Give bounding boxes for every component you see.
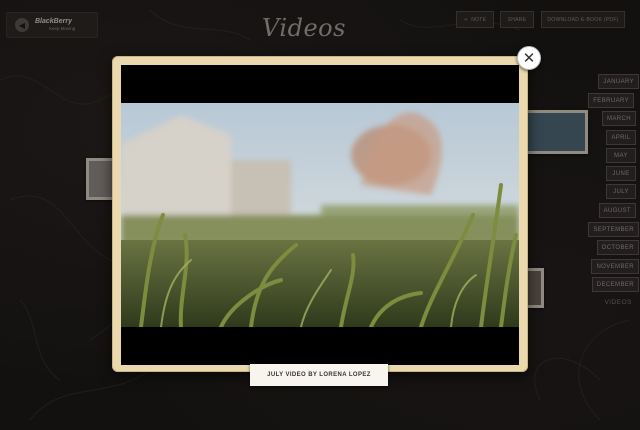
video-frame-image [121, 65, 519, 365]
video-caption: July Video by Lorena Lopez [250, 364, 388, 386]
close-icon[interactable]: ✕ [517, 46, 541, 70]
video-player[interactable] [121, 65, 519, 365]
